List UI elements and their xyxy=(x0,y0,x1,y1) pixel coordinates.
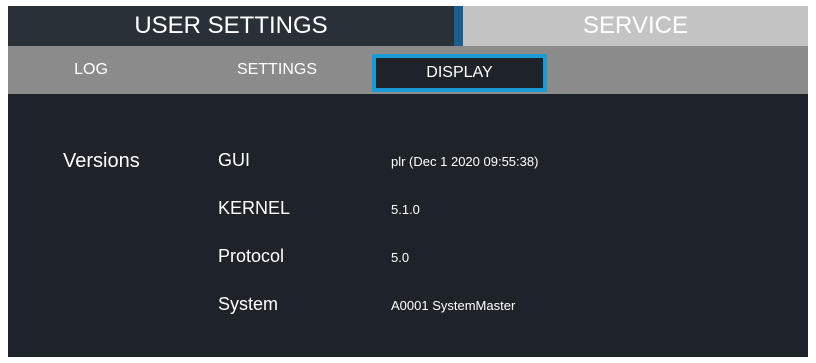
subtab-log-label: LOG xyxy=(74,61,108,78)
subtab-display[interactable]: DISPLAY xyxy=(372,54,547,92)
active-tab-indicator xyxy=(454,6,463,46)
tab-user-settings-label: USER SETTINGS xyxy=(134,12,328,39)
tab-service[interactable]: SERVICE xyxy=(463,6,808,46)
version-value-gui: plr (Dec 1 2020 09:55:38) xyxy=(391,154,539,169)
tab-user-settings[interactable]: USER SETTINGS xyxy=(8,6,454,46)
version-value-kernel: 5.1.0 xyxy=(391,202,420,217)
tab-service-label: SERVICE xyxy=(583,12,688,39)
versions-panel: Versions GUI plr (Dec 1 2020 09:55:38) K… xyxy=(8,94,808,357)
service-screen: USER SETTINGS SERVICE LOG SETTINGS DISPL… xyxy=(8,6,808,357)
version-value-protocol: 5.0 xyxy=(391,250,410,265)
version-label-kernel: KERNEL xyxy=(218,198,291,218)
sub-tab-bar: LOG SETTINGS DISPLAY xyxy=(8,46,808,94)
subtab-settings-label: SETTINGS xyxy=(236,61,317,78)
version-label-system: System xyxy=(218,294,279,314)
subtab-display-label: DISPLAY xyxy=(426,64,493,81)
subtab-settings[interactable]: SETTINGS xyxy=(194,46,360,94)
versions-title: Versions xyxy=(63,150,140,172)
subtab-log[interactable]: LOG xyxy=(8,46,174,94)
version-value-system: A0001 SystemMaster xyxy=(391,298,516,313)
version-label-gui: GUI xyxy=(218,150,251,170)
version-label-protocol: Protocol xyxy=(218,246,285,266)
top-tab-bar: USER SETTINGS SERVICE xyxy=(8,6,808,46)
